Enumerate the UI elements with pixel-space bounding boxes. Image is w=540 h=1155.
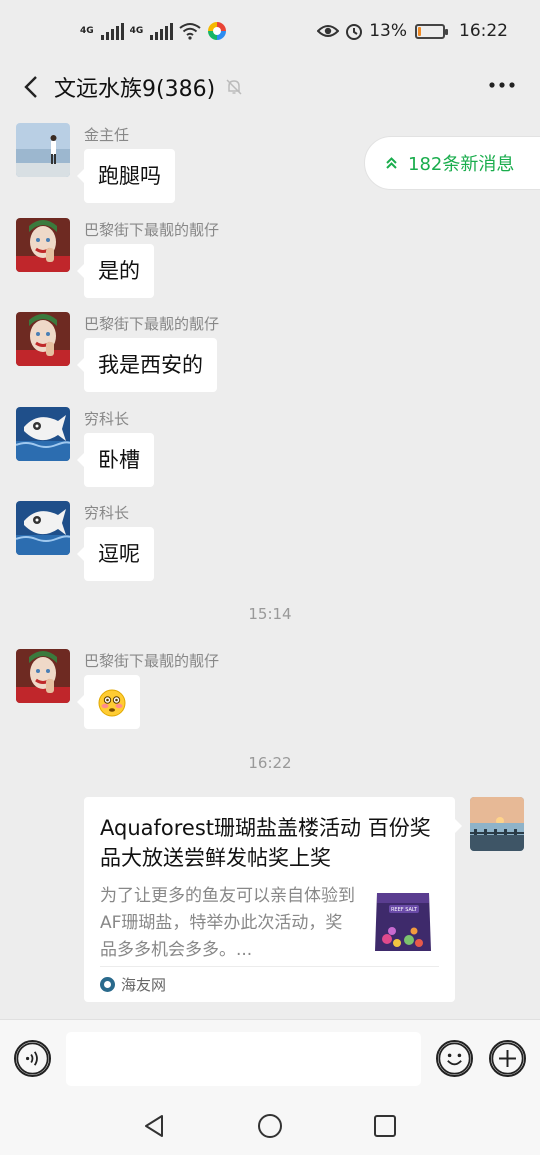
chat-title: 文远水族9(386) — [54, 77, 216, 102]
my-avatar[interactable] — [470, 797, 524, 851]
link-card-content: 为了让更多的鱼友可以亲自体验到AF珊瑚盐，特举办此次活动，奖品多多机会多多。..… — [100, 883, 439, 964]
sender-name: 金主任 — [84, 126, 130, 144]
message-item: 金主任 跑腿吗 — [16, 123, 175, 203]
message-item: 巴黎街下最靓的靓仔 — [16, 649, 219, 729]
back-triangle-icon[interactable] — [142, 1113, 168, 1139]
bell-off-icon — [226, 79, 242, 95]
chat-timestamp: 16:22 — [248, 754, 292, 772]
status-bar: 4G 4G 13% 16:22 — [0, 0, 540, 62]
system-nav-bar — [0, 1097, 540, 1155]
emoji-icon[interactable] — [436, 1040, 473, 1077]
signal-icon — [100, 22, 124, 40]
message-item: 巴黎街下最靓的靓仔 我是西安的 — [16, 312, 219, 392]
app-notification-icon — [208, 22, 227, 40]
double-chevron-up-icon — [386, 157, 397, 169]
message-bubble[interactable]: 我是西安的 — [77, 338, 217, 392]
new-messages-button[interactable]: 182条新消息 — [364, 136, 540, 190]
voice-icon[interactable] — [14, 1040, 51, 1077]
sender-name: 穷科长 — [84, 410, 130, 428]
battery-percent: 13% — [369, 21, 407, 41]
signal-icon — [150, 22, 174, 40]
flushed-emoji-icon — [98, 689, 126, 717]
message-bubble[interactable] — [77, 675, 140, 729]
message-item: 穷科长 卧槽 — [16, 407, 154, 487]
status-time: 16:22 — [459, 21, 508, 41]
link-card-description: 为了让更多的鱼友可以亲自体验到AF珊瑚盐，特举办此次活动，奖品多多机会多多。..… — [100, 886, 355, 960]
message-bubble[interactable]: 逗呢 — [77, 527, 154, 581]
avatar[interactable] — [16, 123, 70, 177]
chat-timestamp: 15:14 — [248, 605, 292, 623]
status-bar-right: 13% 16:22 — [317, 21, 508, 41]
alarm-icon — [346, 24, 363, 40]
link-card[interactable]: Aquaforest珊瑚盐盖楼活动 百份奖品大放送尝鲜发帖奖上奖 为了让更多的鱼… — [84, 797, 462, 1002]
message-bubble[interactable]: 是的 — [77, 244, 154, 298]
message-bubble[interactable]: 卧槽 — [77, 433, 154, 487]
plus-circle-icon[interactable] — [489, 1040, 526, 1077]
new-messages-label: 182条新消息 — [408, 154, 515, 175]
avatar[interactable] — [16, 649, 70, 703]
source-logo-icon — [100, 977, 115, 992]
input-bar — [0, 1019, 540, 1097]
sender-name: 穷科长 — [84, 504, 130, 522]
sender-name: 巴黎街下最靓的靓仔 — [84, 315, 220, 333]
chat-header: 文远水族9(386) — [0, 62, 540, 112]
chat-messages[interactable]: 金主任 跑腿吗 巴黎街下最靓的靓仔 是的 巴黎街下最靓的靓仔 我是西安的 穷科长… — [0, 112, 540, 1019]
link-card-source-name: 海友网 — [121, 976, 167, 994]
thumbnail-label: REEF SALT — [391, 907, 418, 913]
status-bar-left: 4G 4G — [80, 21, 227, 41]
battery-fill — [418, 26, 421, 36]
avatar[interactable] — [16, 501, 70, 555]
network-type-label: 4G — [80, 25, 94, 36]
message-item: 穷科长 逗呢 — [16, 501, 154, 581]
wifi-icon — [179, 23, 201, 40]
link-card-thumbnail: REEF SALT — [367, 885, 439, 957]
network-type-label: 4G — [129, 25, 144, 36]
avatar[interactable] — [16, 407, 70, 461]
link-card-title: Aquaforest珊瑚盐盖楼活动 百份奖品大放送尝鲜发帖奖上奖 — [100, 816, 431, 870]
chevron-left-icon[interactable] — [18, 72, 48, 102]
message-item: 巴黎街下最靓的靓仔 是的 — [16, 218, 219, 298]
home-circle-icon[interactable] — [257, 1113, 283, 1139]
avatar[interactable] — [16, 312, 70, 366]
link-card-source: 海友网 — [100, 966, 439, 1002]
more-dots-icon[interactable] — [488, 70, 516, 100]
battery-icon — [415, 23, 448, 39]
avatar[interactable] — [16, 218, 70, 272]
recents-square-icon[interactable] — [372, 1113, 398, 1139]
eye-icon — [317, 25, 340, 37]
message-input[interactable] — [66, 1032, 421, 1086]
message-bubble[interactable]: 跑腿吗 — [77, 149, 175, 203]
sender-name: 巴黎街下最靓的靓仔 — [84, 652, 220, 670]
sender-name: 巴黎街下最靓的靓仔 — [84, 221, 220, 239]
